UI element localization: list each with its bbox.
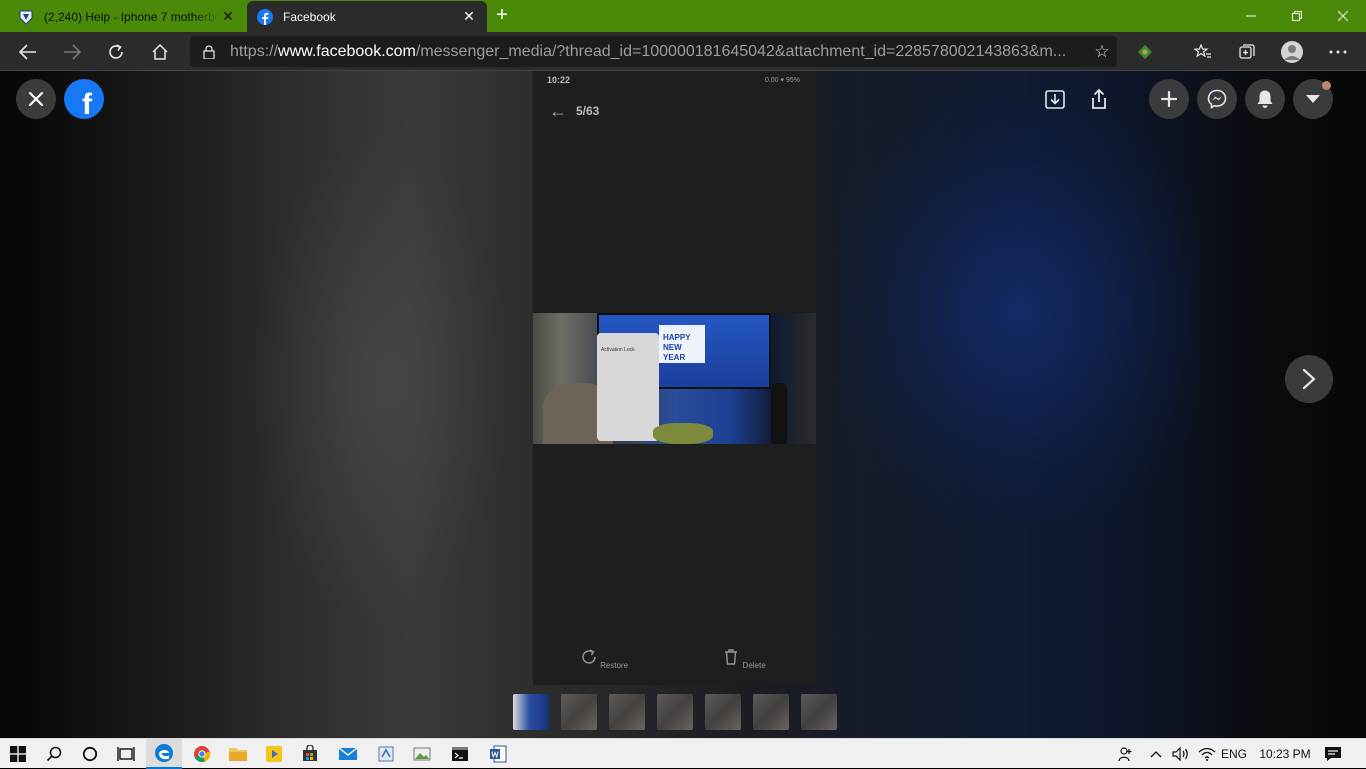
- favorite-star-icon[interactable]: ☆: [1087, 42, 1117, 62]
- home-icon[interactable]: [145, 37, 175, 67]
- tab-facebook[interactable]: Facebook ✕: [247, 1, 487, 32]
- browser-tab-bar: (2,240) Help - Iphone 7 motherboard ✕ Fa…: [0, 0, 1366, 32]
- people-icon[interactable]: [1115, 739, 1137, 769]
- minimize-icon[interactable]: [1228, 0, 1274, 32]
- lock-icon: [203, 44, 215, 59]
- url-host: www.facebook.com: [278, 42, 416, 60]
- search-icon[interactable]: [36, 739, 72, 769]
- favorites-list-icon[interactable]: [1188, 37, 1218, 67]
- facebook-favicon-icon: [257, 8, 273, 25]
- phone-delete-action: Delete: [719, 648, 769, 670]
- forum-favicon-icon: [19, 10, 33, 25]
- volume-icon[interactable]: [1170, 739, 1192, 769]
- close-window-icon[interactable]: [1320, 0, 1366, 32]
- phone-photo-counter: 5/63: [576, 104, 600, 118]
- next-photo-button[interactable]: [1285, 355, 1333, 403]
- media-image: 10:22 0.00 ▾ 95% ← 5/63 Activation Lock …: [533, 71, 816, 685]
- thumbnail[interactable]: [657, 694, 693, 730]
- windows-taskbar: ENG 10:23 PM: [0, 738, 1366, 769]
- file-explorer-icon[interactable]: [220, 739, 256, 769]
- tab-close-icon[interactable]: ✕: [220, 8, 236, 25]
- close-viewer-button[interactable]: [16, 79, 56, 119]
- address-bar[interactable]: https://www.facebook.com/messenger_media…: [190, 36, 1117, 67]
- chevron-up-icon[interactable]: [1147, 739, 1165, 769]
- account-menu-button[interactable]: [1293, 79, 1333, 119]
- plus-icon: [1160, 90, 1178, 108]
- background-blur: [840, 101, 1200, 521]
- url-text: https://www.facebook.com/messenger_media…: [230, 43, 1087, 61]
- url-path: /messenger_media/?thread_id=100000181645…: [415, 42, 1067, 60]
- notification-dot: [1322, 81, 1331, 90]
- background-blur: [250, 131, 510, 631]
- store-icon[interactable]: [292, 739, 328, 769]
- clock[interactable]: 10:23 PM: [1254, 739, 1316, 769]
- wifi-icon[interactable]: [1196, 739, 1218, 769]
- edge-browser-icon[interactable]: [146, 739, 182, 769]
- thumbnail[interactable]: [561, 694, 597, 730]
- messenger-button[interactable]: [1197, 79, 1237, 119]
- task-view-icon[interactable]: [108, 739, 144, 769]
- language-indicator[interactable]: ENG: [1220, 739, 1248, 769]
- profile-avatar[interactable]: [1277, 37, 1307, 67]
- photo-bottle: [771, 383, 787, 444]
- notifications-button[interactable]: [1245, 79, 1285, 119]
- thumbnail[interactable]: [513, 694, 549, 730]
- share-icon[interactable]: [1085, 85, 1113, 113]
- phone-photo: Activation Lock HAPPY NEW YEAR: [533, 313, 816, 444]
- more-options-icon[interactable]: [1323, 37, 1353, 67]
- chevron-right-icon: [1302, 368, 1316, 390]
- photo-banner: HAPPY NEW YEAR: [659, 325, 705, 363]
- browser-toolbar: https://www.facebook.com/messenger_media…: [0, 32, 1366, 71]
- facebook-logo-icon[interactable]: f: [64, 79, 104, 119]
- photo-card-title: Activation Lock: [601, 347, 635, 353]
- media-viewer: f 10:22 0.00 ▾ 95% ← 5/63 Activation Loc…: [0, 71, 1366, 738]
- tab-title: (2,240) Help - Iphone 7 motherboard: [44, 9, 220, 24]
- messenger-icon: [1207, 89, 1227, 109]
- mail-icon[interactable]: [330, 739, 366, 769]
- tab-help-iphone[interactable]: (2,240) Help - Iphone 7 motherboard ✕: [8, 1, 246, 32]
- trash-icon: [725, 649, 738, 665]
- forward-arrow-icon[interactable]: [57, 37, 87, 67]
- thumbnail[interactable]: [609, 694, 645, 730]
- photo-phone-screen: Activation Lock: [597, 333, 659, 441]
- new-tab-button[interactable]: +: [490, 4, 514, 28]
- phone-restore-action: Restore: [579, 648, 629, 670]
- restore-icon: [582, 649, 596, 664]
- media-player-icon[interactable]: [256, 739, 292, 769]
- create-button[interactable]: [1149, 79, 1189, 119]
- windows-start-icon[interactable]: [0, 739, 36, 769]
- caret-down-icon: [1306, 95, 1320, 103]
- thumbnail[interactable]: [753, 694, 789, 730]
- extension-icon[interactable]: [1130, 37, 1160, 67]
- bell-icon: [1257, 90, 1273, 108]
- chrome-icon[interactable]: [184, 739, 220, 769]
- restore-label: Restore: [600, 661, 629, 670]
- collections-icon[interactable]: [1232, 37, 1262, 67]
- restore-window-icon[interactable]: [1274, 0, 1320, 32]
- url-scheme: https://: [230, 42, 279, 60]
- back-arrow-icon[interactable]: [13, 37, 43, 67]
- thumbnail[interactable]: [801, 694, 837, 730]
- photo-desk: [653, 423, 713, 444]
- delete-label: Delete: [742, 661, 766, 670]
- phone-status-time: 10:22: [547, 75, 571, 85]
- close-icon: [28, 91, 44, 107]
- action-center-icon[interactable]: [1318, 739, 1348, 769]
- command-prompt-icon[interactable]: [442, 739, 478, 769]
- image-viewer-icon[interactable]: [404, 739, 440, 769]
- refresh-icon[interactable]: [101, 37, 131, 67]
- tab-close-icon[interactable]: ✕: [461, 8, 477, 25]
- tab-title: Facebook: [283, 9, 336, 24]
- download-icon[interactable]: [1041, 85, 1069, 113]
- phone-status-indicators: 0.00 ▾ 95%: [764, 77, 800, 84]
- phone-back-arrow-icon: ←: [549, 101, 567, 121]
- app-icon[interactable]: [368, 739, 404, 769]
- thumbnail[interactable]: [705, 694, 741, 730]
- cortana-icon[interactable]: [72, 739, 108, 769]
- word-icon[interactable]: [480, 739, 516, 769]
